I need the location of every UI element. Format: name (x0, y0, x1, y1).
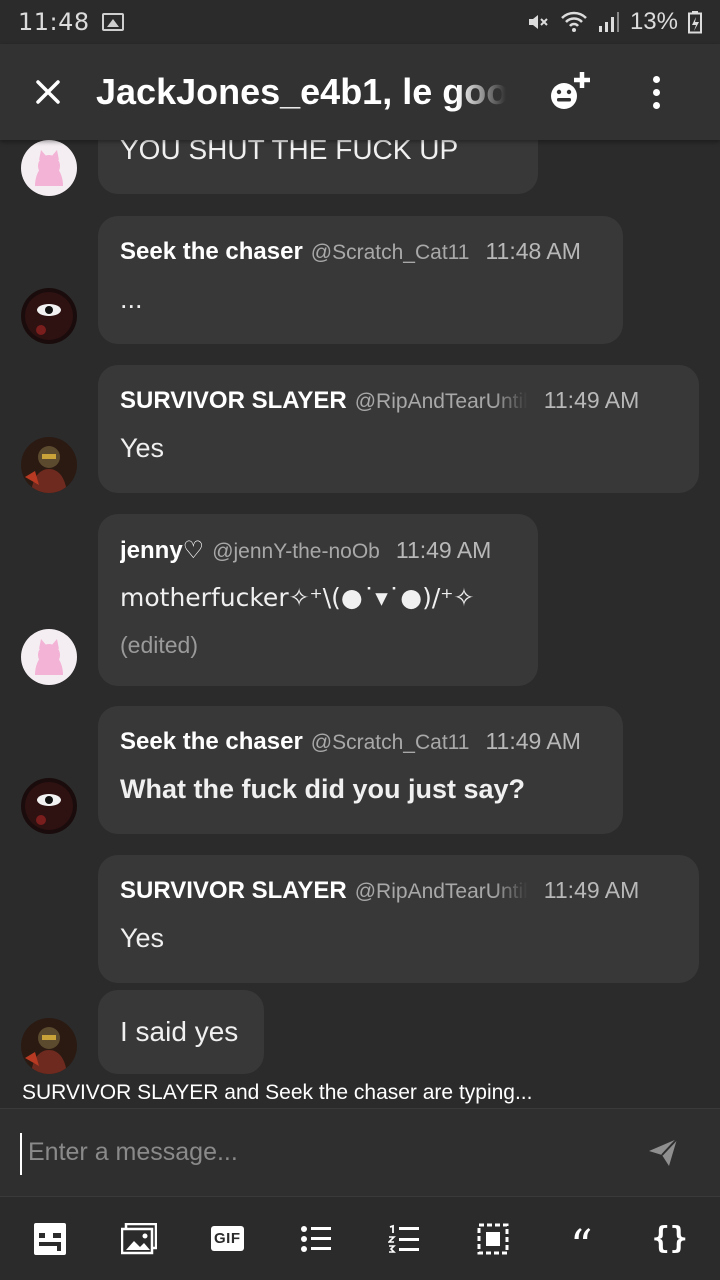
timestamp: 11:49 AM (395, 537, 492, 563)
timestamp: 11:49 AM (485, 728, 581, 754)
code-block-icon: {} (651, 1221, 688, 1256)
author-handle: @RipAndTearUntil (354, 390, 528, 413)
status-bar: 11:48 13% (0, 0, 720, 44)
message-bubble[interactable]: SURVIVOR SLAYER @RipAndTearUntil 11:49 A… (98, 855, 699, 983)
spoiler-button[interactable] (471, 1217, 515, 1261)
author-name[interactable]: SURVIVOR SLAYER (120, 877, 347, 905)
edited-label: (edited) (120, 632, 198, 658)
formatting-toolbar: GIF “ {} (0, 1196, 720, 1280)
author-handle: @jennY-the-noOb (212, 540, 380, 563)
add-member-icon (551, 72, 590, 109)
message-text: ... (120, 284, 143, 314)
typing-indicator: SURVIVOR SLAYER and Seek the chaser are … (0, 1078, 720, 1108)
status-icons: 13% (526, 8, 702, 36)
insert-gif-button[interactable]: GIF (205, 1217, 249, 1261)
message-bubble[interactable]: jenny♡ @jennY-the-noOb 11:49 AM motherfu… (98, 514, 538, 686)
message-text: YOU SHUT THE FUCK UP (120, 140, 459, 165)
spoiler-icon (477, 1223, 509, 1254)
red-eye-avatar[interactable] (21, 288, 77, 344)
message-bubble[interactable]: Seek the chaser @Scratch_Cat11 11:48 AM … (98, 216, 623, 344)
numbered-list-button[interactable] (382, 1217, 426, 1261)
author-handle: @Scratch_Cat11 (310, 241, 470, 264)
battery-icon (688, 11, 702, 34)
add-member-button[interactable] (546, 66, 598, 118)
close-button[interactable] (0, 44, 96, 140)
red-eye-avatar[interactable] (21, 778, 77, 834)
text-caret (20, 1133, 22, 1175)
pink-cat-avatar[interactable] (21, 629, 77, 685)
message-text: motherfucker✧⁺\(●˙▾˙●)/⁺✧ (120, 583, 475, 612)
gif-icon: GIF (211, 1226, 244, 1251)
battery-level: 13% (629, 8, 678, 35)
author-name[interactable]: Seek the chaser (120, 728, 303, 756)
message-list[interactable]: YOU SHUT THE FUCK UP Seek the chaser @Sc… (0, 140, 720, 1084)
bullet-list-icon (300, 1225, 331, 1252)
message-text: I said yes (120, 1016, 239, 1047)
author-name[interactable]: SURVIVOR SLAYER (120, 387, 347, 415)
toggle-emoji-button[interactable] (28, 1217, 72, 1261)
signal-icon (598, 12, 619, 32)
message-bubble[interactable]: I said yes (98, 990, 264, 1074)
more-options-button[interactable] (630, 66, 682, 118)
message-text: Yes (120, 923, 165, 953)
message-item[interactable]: YOU SHUT THE FUCK UP (0, 140, 720, 200)
message-bubble[interactable]: SURVIVOR SLAYER @RipAndTearUntil 11:49 A… (98, 365, 699, 493)
message-bubble[interactable]: YOU SHUT THE FUCK UP (98, 140, 538, 194)
message-text: What the fuck did you just say? (120, 774, 526, 804)
author-name[interactable]: jenny♡ (120, 536, 204, 565)
gallery-icon (101, 13, 124, 31)
message-input[interactable] (28, 1129, 608, 1175)
wifi-icon (561, 11, 587, 32)
author-name[interactable]: Seek the chaser (120, 238, 303, 266)
quote-icon: “ (570, 1220, 593, 1272)
author-handle: @RipAndTearUntil (354, 880, 528, 903)
pink-cat-avatar[interactable] (21, 140, 77, 196)
image-icon (120, 1222, 157, 1254)
close-icon (36, 80, 60, 104)
doom-slayer-avatar[interactable] (21, 1018, 77, 1074)
timestamp: 11:48 AM (485, 238, 581, 264)
author-handle: @Scratch_Cat11 (310, 731, 470, 754)
code-block-button[interactable]: {} (648, 1217, 692, 1261)
chat-title[interactable]: JackJones_e4b1, le goof (96, 71, 506, 113)
mute-icon (528, 15, 548, 29)
doom-slayer-avatar[interactable] (21, 437, 77, 493)
message-bubble[interactable]: Seek the chaser @Scratch_Cat11 11:49 AM … (98, 706, 623, 834)
quote-button[interactable]: “ (559, 1217, 603, 1268)
app-bar: JackJones_e4b1, le goof (0, 44, 720, 140)
insert-image-button[interactable] (117, 1217, 161, 1261)
toggle-emoji-icon (34, 1222, 67, 1255)
message-text: Yes (120, 433, 165, 463)
numbered-list-icon (388, 1224, 420, 1253)
send-icon (649, 1138, 678, 1166)
timestamp: 11:49 AM (543, 387, 640, 413)
message-composer (0, 1108, 720, 1196)
more-icon (652, 75, 660, 83)
send-button[interactable] (646, 1135, 682, 1171)
status-time: 11:48 (18, 8, 90, 36)
timestamp: 11:49 AM (543, 877, 640, 903)
bullet-list-button[interactable] (294, 1217, 338, 1261)
